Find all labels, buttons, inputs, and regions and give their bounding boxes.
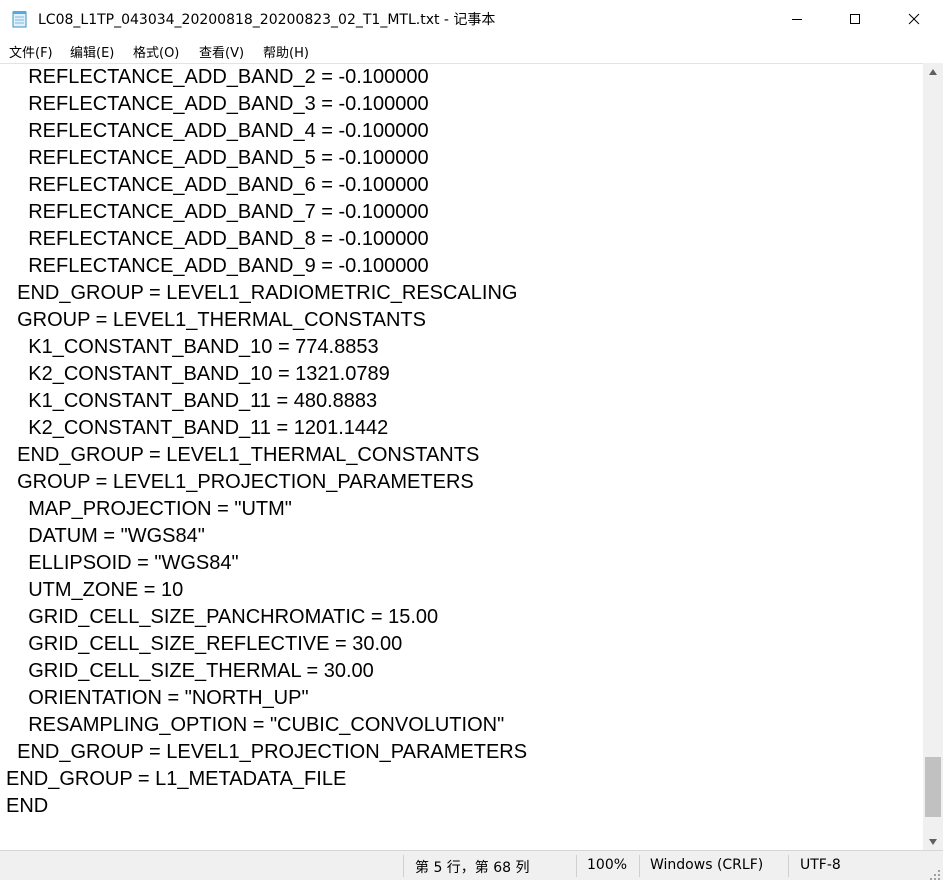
text-line: END_GROUP = LEVEL1_RADIOMETRIC_RESCALING: [6, 282, 518, 304]
text-line: REFLECTANCE_ADD_BAND_2 = -0.100000: [6, 66, 429, 88]
menu-view[interactable]: 查看(V): [199, 42, 244, 61]
text-line: GROUP = LEVEL1_THERMAL_CONSTANTS: [6, 309, 426, 331]
text-line: ORIENTATION = "NORTH_UP": [6, 687, 309, 709]
status-bar: 第 5 行，第 68 列 100% Windows (CRLF) UTF-8: [0, 850, 943, 880]
text-line: K1_CONSTANT_BAND_11 = 480.8883: [6, 390, 378, 412]
chevron-down-icon: [929, 838, 937, 845]
minimize-icon: [792, 19, 802, 20]
window-title: LC08_L1TP_043034_20200818_20200823_02_T1…: [38, 12, 496, 28]
text-line: REFLECTANCE_ADD_BAND_6 = -0.100000: [6, 174, 429, 196]
minimize-button[interactable]: [768, 0, 826, 38]
text-line: K2_CONSTANT_BAND_11 = 1201.1442: [6, 417, 389, 439]
menu-help[interactable]: 帮助(H): [263, 42, 309, 61]
scrollbar-thumb[interactable]: [925, 757, 941, 817]
zoom-level: 100%: [587, 857, 628, 873]
maximize-button[interactable]: [826, 0, 884, 38]
encoding: UTF-8: [800, 857, 841, 873]
text-line: END_GROUP = LEVEL1_THERMAL_CONSTANTS: [6, 444, 480, 466]
text-line: RESAMPLING_OPTION = "CUBIC_CONVOLUTION": [6, 714, 505, 736]
text-line: REFLECTANCE_ADD_BAND_4 = -0.100000: [6, 120, 429, 142]
text-line: UTM_ZONE = 10: [6, 579, 184, 601]
vertical-scrollbar[interactable]: [923, 63, 943, 850]
status-separator: [403, 855, 404, 877]
text-line: REFLECTANCE_ADD_BAND_5 = -0.100000: [6, 147, 429, 169]
status-separator: [576, 855, 577, 877]
text-line: K1_CONSTANT_BAND_10 = 774.8853: [6, 336, 379, 358]
text-line: MAP_PROJECTION = "UTM": [6, 498, 292, 520]
chevron-up-icon: [929, 68, 937, 75]
text-editor[interactable]: REFLECTANCE_ADD_BAND_2 = -0.100000 REFLE…: [0, 63, 923, 851]
text-line: END_GROUP = L1_METADATA_FILE: [6, 768, 347, 790]
status-separator: [639, 855, 640, 877]
text-line: REFLECTANCE_ADD_BAND_7 = -0.100000: [6, 201, 429, 223]
text-line: DATUM = "WGS84": [6, 525, 205, 547]
text-line: REFLECTANCE_ADD_BAND_8 = -0.100000: [6, 228, 429, 250]
maximize-icon: [850, 14, 860, 24]
scroll-up-button[interactable]: [923, 63, 943, 80]
close-button[interactable]: [885, 0, 943, 38]
text-line: GRID_CELL_SIZE_THERMAL = 30.00: [6, 660, 374, 682]
title-bar[interactable]: LC08_L1TP_043034_20200818_20200823_02_T1…: [0, 0, 943, 38]
scroll-down-button[interactable]: [923, 833, 943, 850]
text-line: GRID_CELL_SIZE_PANCHROMATIC = 15.00: [6, 606, 439, 628]
text-line: REFLECTANCE_ADD_BAND_3 = -0.100000: [6, 93, 429, 115]
text-line: GROUP = LEVEL1_PROJECTION_PARAMETERS: [6, 471, 474, 493]
text-line: REFLECTANCE_ADD_BAND_9 = -0.100000: [6, 255, 429, 277]
text-line: ELLIPSOID = "WGS84": [6, 552, 239, 574]
cursor-position: 第 5 行，第 68 列: [415, 860, 530, 876]
status-separator: [788, 855, 789, 877]
menu-format[interactable]: 格式(O): [133, 42, 179, 61]
menu-file[interactable]: 文件(F): [9, 42, 53, 61]
menu-edit[interactable]: 编辑(E): [70, 42, 114, 61]
close-icon: [908, 13, 920, 25]
text-line: END_GROUP = LEVEL1_PROJECTION_PARAMETERS: [6, 741, 528, 763]
notepad-icon: [12, 10, 28, 28]
text-line: GRID_CELL_SIZE_REFLECTIVE = 30.00: [6, 633, 403, 655]
text-line: END: [6, 795, 49, 817]
menu-bar: 文件(F) 编辑(E) 格式(O) 查看(V) 帮助(H): [0, 38, 943, 62]
text-line: K2_CONSTANT_BAND_10 = 1321.0789: [6, 363, 390, 385]
line-ending: Windows (CRLF): [650, 857, 764, 873]
resize-grip-icon[interactable]: [929, 866, 941, 880]
